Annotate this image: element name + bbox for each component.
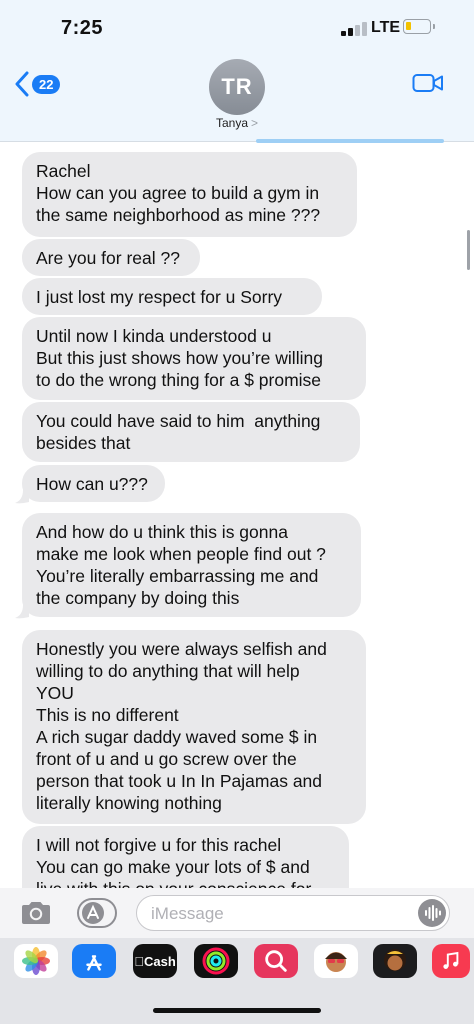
message-line: live with this on your conscience for bbox=[36, 878, 335, 888]
activity-app-button[interactable] bbox=[194, 944, 238, 978]
search-images-icon bbox=[265, 950, 287, 972]
apple-cash-app-button[interactable]: Cash bbox=[133, 944, 177, 978]
message-bubble: Are you for real ?? bbox=[22, 239, 200, 276]
contact-name-row[interactable]: Tanya > bbox=[0, 116, 474, 130]
facetime-video-button[interactable] bbox=[412, 72, 444, 94]
back-button[interactable]: 22 bbox=[14, 70, 61, 98]
apps-button[interactable] bbox=[77, 898, 117, 928]
apple-cash-label: Cash bbox=[139, 953, 176, 969]
message-line: But this just shows how you’re willing bbox=[36, 348, 323, 368]
message-line: A rich sugar daddy waved some $ in bbox=[36, 727, 318, 747]
message-line: I just lost my respect for u Sorry bbox=[36, 287, 283, 307]
message-line: Until now I kinda understood u bbox=[36, 326, 272, 346]
status-time: 7:25 bbox=[61, 17, 104, 39]
message-line: to do the wrong thing for a $ promise bbox=[36, 370, 322, 390]
memoji-stickers-icon bbox=[384, 949, 406, 971]
memoji-icon bbox=[325, 952, 347, 972]
chevron-left-icon bbox=[15, 71, 29, 97]
app-store-app-button[interactable] bbox=[72, 944, 116, 978]
message-line: This is no different bbox=[36, 705, 179, 725]
battery-icon bbox=[403, 19, 435, 34]
memoji-app-button[interactable] bbox=[314, 944, 358, 978]
message-line: You could have said to him anything bbox=[36, 411, 321, 431]
message-line: Rachel bbox=[36, 161, 91, 181]
message-bubble: Rachel How can you agree to build a gym … bbox=[22, 152, 357, 237]
waveform-icon bbox=[425, 905, 441, 921]
message-bubble: Until now I kinda understood u But this … bbox=[22, 317, 366, 400]
message-thread[interactable]: Rachel How can you agree to build a gym … bbox=[0, 143, 474, 888]
message-line: besides that bbox=[36, 433, 131, 453]
message-line: front of u and u go screw over the bbox=[36, 749, 297, 769]
message-bubble: How can u??? bbox=[22, 465, 165, 502]
message-line: How can u??? bbox=[36, 474, 148, 494]
video-camera-icon bbox=[412, 74, 443, 92]
contact-name: Tanya bbox=[215, 116, 248, 130]
message-bubble: And how do u think this is gonna make me… bbox=[22, 513, 361, 617]
message-line: I will not forgive u for this rachel bbox=[36, 835, 282, 855]
message-bubble: I just lost my respect for u Sorry bbox=[22, 278, 322, 315]
camera-icon bbox=[22, 902, 50, 924]
message-line: make me look when people find out ? bbox=[36, 544, 326, 564]
cellular-signal-icon bbox=[341, 22, 369, 36]
scroll-indicator[interactable] bbox=[467, 230, 470, 270]
message-line: the company by doing this bbox=[36, 588, 240, 608]
photos-icon bbox=[22, 947, 50, 975]
message-line: Honestly you were always selfish and bbox=[36, 639, 327, 659]
app-store-icon bbox=[86, 955, 102, 971]
memoji-stickers-app-button[interactable] bbox=[373, 944, 417, 978]
activity-icon bbox=[202, 947, 230, 975]
music-icon bbox=[443, 951, 459, 969]
contact-avatar[interactable]: TR bbox=[209, 59, 265, 115]
message-bubble: Honestly you were always selfish and wil… bbox=[22, 630, 366, 824]
conversation-header: 22 TR Tanya > bbox=[0, 56, 474, 142]
unread-count-badge: 22 bbox=[32, 74, 61, 94]
app-store-toggle-icon bbox=[77, 898, 117, 928]
message-bubble: You could have said to him anything besi… bbox=[22, 402, 360, 462]
message-line: willing to do anything that will help bbox=[36, 661, 300, 681]
image-search-app-button[interactable] bbox=[254, 944, 298, 978]
message-line: person that took u In In Pajamas and bbox=[36, 771, 323, 791]
apple-cash-icon: Cash bbox=[134, 954, 176, 969]
message-line: And how do u think this is gonna bbox=[36, 522, 288, 542]
status-bar: 7:25 LTE bbox=[0, 0, 474, 56]
message-line: You’re literally embarrassing me and bbox=[36, 566, 319, 586]
bubble-tail bbox=[15, 490, 29, 504]
imessage-input[interactable]: iMessage bbox=[136, 895, 450, 931]
message-bubble: I will not forgive u for this rachel You… bbox=[22, 826, 349, 888]
network-type: LTE bbox=[371, 19, 401, 36]
bubble-tail bbox=[15, 605, 29, 619]
photos-app-button[interactable] bbox=[14, 944, 58, 978]
audio-message-button[interactable] bbox=[418, 899, 446, 927]
message-line: Are you for real ?? bbox=[36, 248, 180, 268]
message-line: the same neighborhood as mine ??? bbox=[36, 205, 321, 225]
message-line: literally knowing nothing bbox=[36, 793, 222, 813]
chevron-right-icon: > bbox=[251, 116, 259, 130]
message-line: YOU bbox=[36, 683, 74, 703]
camera-button[interactable] bbox=[19, 900, 53, 926]
imessage-placeholder: iMessage bbox=[151, 904, 224, 923]
music-app-button[interactable] bbox=[432, 944, 470, 978]
message-line: You can go make your lots of $ and bbox=[36, 857, 310, 877]
home-indicator[interactable] bbox=[153, 1008, 321, 1013]
message-line: How can you agree to build a gym in bbox=[36, 183, 320, 203]
